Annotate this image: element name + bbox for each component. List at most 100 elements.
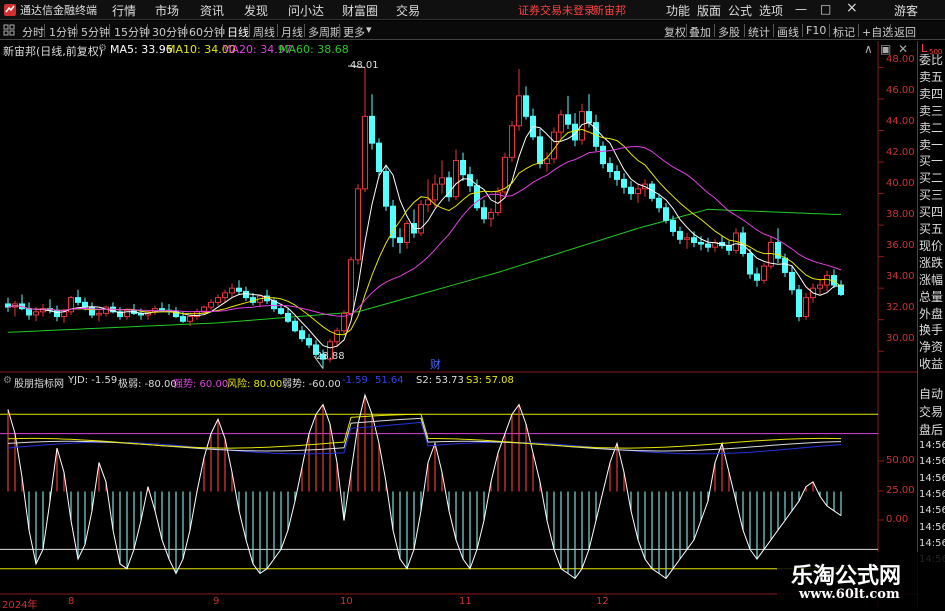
candle-body — [635, 188, 641, 195]
candle-body — [474, 185, 480, 209]
candle-body — [348, 259, 354, 314]
candle-body — [824, 275, 830, 286]
candle-body — [334, 330, 340, 343]
candle-body — [670, 219, 676, 232]
quote-field-label: 收益 — [919, 357, 944, 372]
y-tick-main: 30.00 — [886, 333, 915, 344]
trade-time-label: 14:56 — [919, 537, 945, 549]
quote-field-label: 委比 — [919, 53, 944, 67]
annotation-cai[interactable]: 财 — [430, 356, 441, 372]
candle-body — [306, 338, 312, 346]
sub-settings-icon[interactable]: ⚙ — [3, 375, 12, 386]
quote-field-label: 买五 — [919, 222, 944, 236]
candle-body — [565, 114, 571, 125]
candle-body — [180, 316, 186, 322]
candle-body — [425, 199, 431, 206]
y-tick-main: 46.00 — [886, 85, 915, 96]
quote-field-label: 涨幅 — [919, 272, 944, 287]
candle-body — [761, 265, 767, 281]
trade-time-label: 14:56 — [919, 472, 945, 484]
y-tick-main: 44.00 — [886, 116, 915, 127]
candle-body — [656, 197, 662, 209]
quote-field-label: 换手 — [919, 323, 944, 338]
annotation-high: 48.01 — [350, 60, 379, 71]
legend-ma60: MA60: 38.68 — [279, 43, 349, 56]
candle-body — [54, 309, 60, 318]
quote-mode-label[interactable]: 盘后 — [919, 421, 945, 438]
y-tick-sub: 25.00 — [886, 485, 915, 496]
candle-body — [481, 207, 487, 220]
candle-body — [509, 125, 515, 158]
kline-chart[interactable] — [0, 0, 945, 609]
quote-field-label: 净资 — [919, 340, 944, 355]
legend-ma5: MA5: 33.96 — [110, 43, 173, 56]
y-tick-main: 42.00 — [886, 147, 915, 158]
candle-body — [61, 311, 67, 318]
candle-body — [229, 287, 235, 294]
x-tick-label: 8 — [68, 596, 75, 607]
candle-body — [383, 171, 389, 207]
candle-body — [628, 186, 634, 195]
candle-body — [607, 163, 613, 173]
x-tick-label: 10 — [340, 596, 353, 607]
candle-body — [376, 142, 382, 173]
quote-field-label: 卖一 — [919, 137, 944, 152]
candle-body — [285, 312, 291, 322]
sub-legend-jiruo: 极弱: -80.00 — [118, 379, 177, 390]
candle-body — [789, 271, 795, 291]
quote-field-label: 涨跌 — [919, 255, 944, 270]
x-tick-label: 9 — [213, 596, 220, 607]
candle-body — [782, 257, 788, 273]
candle-body — [222, 292, 228, 299]
candle-body — [82, 301, 88, 308]
candle-body — [124, 309, 130, 318]
yjd-line — [7, 393, 842, 580]
y-tick-main: 34.00 — [886, 271, 915, 282]
candle-body — [96, 312, 102, 316]
chart-collapse-icon[interactable]: ∧ — [864, 42, 873, 56]
candle-body — [796, 289, 802, 318]
quote-mode-label[interactable]: 交易 — [919, 403, 945, 420]
candle-body — [614, 171, 620, 180]
candle-body — [26, 308, 32, 316]
sub-legend-fengxian: 风险: 80.00 — [227, 379, 283, 390]
quote-field-label: 卖四 — [919, 86, 944, 101]
quote-field-label: 买二 — [919, 171, 944, 186]
candle-body — [355, 188, 361, 261]
sub-legend-s1: 51.64 — [375, 375, 404, 386]
ma10-line — [7, 128, 842, 336]
x-tick-label: 11 — [459, 596, 472, 607]
candle-body — [691, 237, 697, 243]
watermark: 乐淘公式网 www.60lt.com — [777, 552, 945, 609]
candle-body — [558, 114, 564, 133]
candle-body — [621, 178, 627, 188]
quote-field-label: 现价 — [919, 238, 944, 253]
watermark-name: 乐淘公式网 — [791, 564, 902, 589]
candle-body — [299, 330, 305, 340]
candle-body — [586, 111, 592, 124]
candle-body — [488, 212, 494, 220]
candle-body — [33, 311, 39, 316]
settings-gear-icon[interactable]: ⚙ — [98, 43, 107, 54]
main-legend-title: 新宙邦(日线,前复权) — [3, 45, 104, 58]
candle-body — [523, 95, 529, 117]
sub-legend-s2: S2: 53.73 — [416, 375, 464, 386]
sub-legend-ruoshi: 弱势: -60.00 — [282, 379, 341, 390]
y-tick-main: 48.00 — [886, 54, 915, 65]
candle-body — [460, 159, 466, 176]
candle-body — [369, 115, 375, 144]
candle-body — [663, 207, 669, 221]
candle-body — [439, 177, 445, 185]
candle-body — [453, 159, 459, 198]
candle-body — [208, 301, 214, 308]
candle-body — [432, 183, 438, 201]
trade-time-label: 14:56 — [919, 456, 945, 468]
candle-body — [187, 316, 193, 322]
quote-field-label: 买一 — [919, 154, 944, 169]
candle-body — [362, 115, 368, 190]
quote-field-label: 买三 — [919, 188, 944, 203]
quote-mode-label[interactable]: 自动 — [919, 385, 945, 402]
candle-body — [600, 145, 606, 165]
quote-field-label: 买四 — [919, 205, 944, 220]
sub-legend-yjd: YJD: -1.59 — [68, 375, 118, 386]
